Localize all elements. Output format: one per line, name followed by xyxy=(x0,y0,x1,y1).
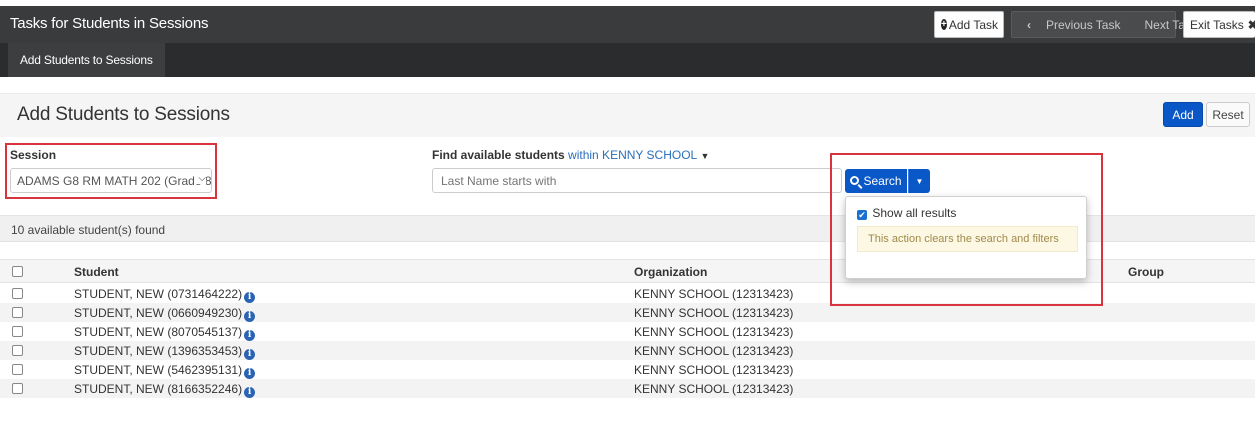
close-icon: ✖ xyxy=(1247,17,1255,32)
table-row: STUDENT, NEW (5462395131) i KENNY SCHOOL … xyxy=(0,360,1255,379)
exit-tasks-button[interactable]: Exit Tasks ✖ xyxy=(1183,11,1255,38)
organization-cell: KENNY SCHOOL (12313423) xyxy=(634,382,794,396)
table-row: STUDENT, NEW (8070545137) i KENNY SCHOOL … xyxy=(0,322,1255,341)
last-name-search-input[interactable] xyxy=(432,168,842,193)
info-icon[interactable]: i xyxy=(244,349,256,360)
student-name: STUDENT, NEW (5462395131) xyxy=(74,363,243,377)
find-students-label: Find available students within KENNY SCH… xyxy=(432,148,709,162)
student-name: STUDENT, NEW (0731464222) xyxy=(74,287,243,301)
show-all-results-checkbox[interactable]: ✔ xyxy=(857,210,867,220)
student-cell: STUDENT, NEW (0660949230) i xyxy=(74,306,256,322)
row-checkbox[interactable] xyxy=(12,326,23,337)
student-cell: STUDENT, NEW (1396353453) i xyxy=(74,344,256,360)
row-checkbox[interactable] xyxy=(12,345,23,356)
top-header-bar: Tasks for Students in Sessions + Add Tas… xyxy=(0,6,1255,43)
previous-task-button[interactable]: ‹ Previous Task xyxy=(1012,18,1132,32)
session-selected-value: ADAMS G8 RM MATH 202 (Grade 8 | xyxy=(17,174,212,188)
show-all-results-option[interactable]: ✔ Show all results xyxy=(857,206,956,220)
info-icon[interactable]: i xyxy=(244,311,256,322)
reset-button[interactable]: Reset xyxy=(1206,102,1250,127)
organization-cell: KENNY SCHOOL (12313423) xyxy=(634,306,794,320)
search-icon xyxy=(850,175,860,185)
student-name: STUDENT, NEW (8070545137) xyxy=(74,325,243,339)
organization-cell: KENNY SCHOOL (12313423) xyxy=(634,363,794,377)
student-cell: STUDENT, NEW (5462395131) i xyxy=(74,363,256,379)
session-select[interactable]: ADAMS G8 RM MATH 202 (Grade 8 | ⌵ xyxy=(10,168,212,193)
sub-navigation: Add Students to Sessions xyxy=(0,43,1255,77)
add-button[interactable]: Add xyxy=(1163,102,1203,127)
column-header-group[interactable]: Group xyxy=(1128,265,1164,279)
info-icon[interactable]: i xyxy=(244,330,256,341)
column-header-student[interactable]: Student xyxy=(74,265,119,279)
info-icon[interactable]: i xyxy=(244,387,256,398)
row-checkbox[interactable] xyxy=(12,383,23,394)
search-options-toggle[interactable]: ▼ xyxy=(908,169,930,193)
plus-circle-icon: + xyxy=(941,19,947,30)
student-name: STUDENT, NEW (0660949230) xyxy=(74,306,243,320)
search-options-dropdown: ✔ Show all results This action clears th… xyxy=(845,196,1087,279)
student-name: STUDENT, NEW (8166352246) xyxy=(74,382,243,396)
caret-down-icon[interactable]: ▼ xyxy=(701,151,710,161)
student-cell: STUDENT, NEW (8166352246) i xyxy=(74,382,256,398)
info-icon[interactable]: i xyxy=(244,292,256,303)
organization-cell: KENNY SCHOOL (12313423) xyxy=(634,325,794,339)
add-task-label: Add Task xyxy=(948,17,998,32)
organization-cell: KENNY SCHOOL (12313423) xyxy=(634,287,794,301)
search-button[interactable]: Search xyxy=(845,169,907,193)
page-heading-bar: Add Students to Sessions xyxy=(0,93,1255,137)
select-all-checkbox[interactable] xyxy=(12,266,23,277)
student-cell: STUDENT, NEW (8070545137) i xyxy=(74,325,256,341)
previous-task-label: Previous Task xyxy=(1046,17,1121,32)
table-row: STUDENT, NEW (1396353453) i KENNY SCHOOL … xyxy=(0,341,1255,360)
caret-down-icon: ▼ xyxy=(915,176,924,186)
tab-add-students-to-sessions[interactable]: Add Students to Sessions xyxy=(8,43,165,77)
table-row: STUDENT, NEW (0731464222) i KENNY SCHOOL … xyxy=(0,284,1255,303)
search-label: Search xyxy=(863,174,902,188)
page-title: Add Students to Sessions xyxy=(17,104,230,125)
column-header-organization[interactable]: Organization xyxy=(634,265,707,279)
row-checkbox[interactable] xyxy=(12,288,23,299)
school-scope-link[interactable]: within KENNY SCHOOL xyxy=(568,148,697,162)
row-checkbox[interactable] xyxy=(12,364,23,375)
organization-cell: KENNY SCHOOL (12313423) xyxy=(634,344,794,358)
show-all-results-label: Show all results xyxy=(872,206,957,220)
add-task-button[interactable]: + Add Task xyxy=(934,11,1004,38)
session-label: Session xyxy=(10,148,57,162)
task-nav-group: ‹Previous Task Next Task› xyxy=(1011,11,1216,38)
student-cell: STUDENT, NEW (0731464222) i xyxy=(74,287,256,303)
info-icon[interactable]: i xyxy=(244,368,256,379)
exit-tasks-label: Exit Tasks xyxy=(1190,17,1244,32)
row-checkbox[interactable] xyxy=(12,307,23,318)
table-row: STUDENT, NEW (8166352246) i KENNY SCHOOL … xyxy=(0,379,1255,398)
results-count: 10 available student(s) found xyxy=(11,223,166,237)
table-row: STUDENT, NEW (0660949230) i KENNY SCHOOL … xyxy=(0,303,1255,322)
find-label-text: Find available students xyxy=(432,148,565,162)
clear-filters-warning: This action clears the search and filter… xyxy=(857,226,1078,252)
student-name: STUDENT, NEW (1396353453) xyxy=(74,344,243,358)
chevron-left-icon: ‹ xyxy=(1027,17,1031,32)
header-title: Tasks for Students in Sessions xyxy=(10,15,209,32)
chevron-down-icon: ⌵ xyxy=(195,173,206,184)
